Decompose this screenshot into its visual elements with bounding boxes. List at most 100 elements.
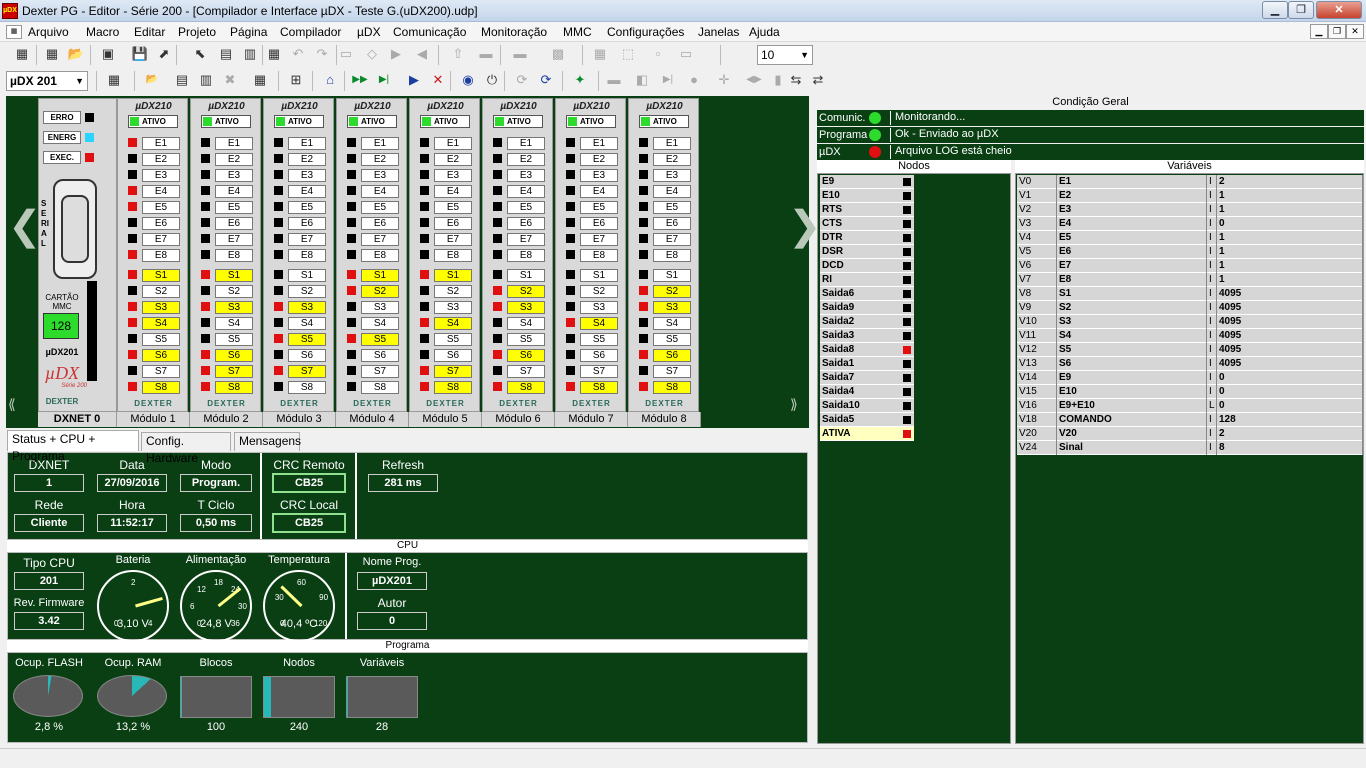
menu-item-8[interactable]: Monitoração xyxy=(481,25,547,39)
variable-row[interactable]: V5 E6 I 1 xyxy=(1017,245,1363,259)
module-2[interactable]: µDX210 ATIVO E1 E2 E3 E4 E5 E6 E7 E8 S1 S2 S3 S4 S5 S6 S… xyxy=(190,98,261,412)
cpu-module[interactable]: ERRO ENERG EXEC. SERIAL CARTÃO MMC 128 µDX201 µ… xyxy=(38,98,117,412)
variable-row[interactable]: V6 E7 I 1 xyxy=(1017,259,1363,273)
module-3[interactable]: µDX210 ATIVO E1 E2 E3 E4 E5 E6 E7 E8 S1 S2 S3 S4 S5 S6 S… xyxy=(263,98,334,412)
node-row[interactable]: Saida8 xyxy=(820,343,914,357)
variables-table[interactable]: V0 E1 I 2 V1 E2 I 1 V2 E3 I 1 V3 E4 I 0 V4 E5 I 1 V5 E6 I 1 V6 E7… xyxy=(1015,173,1364,744)
toolbar-button-2[interactable]: 📂 xyxy=(66,44,86,64)
variable-row[interactable]: V4 E5 I 1 xyxy=(1017,231,1363,245)
toolbar-button-7[interactable]: ▤ xyxy=(216,44,236,64)
toolbar-button-3[interactable]: ▣ xyxy=(98,44,118,64)
toolbar2-button-8[interactable]: ▶▶ xyxy=(350,70,370,90)
toolbar-button-1[interactable]: ▦ xyxy=(42,44,62,64)
variable-row[interactable]: V10 S3 I 4095 xyxy=(1017,315,1363,329)
variable-row[interactable]: V15 E10 I 0 xyxy=(1017,385,1363,399)
mdi-restore-button[interactable]: ❐ xyxy=(1328,24,1346,39)
toolbar-button-23[interactable]: ▭ xyxy=(676,44,696,64)
toolbar2-button-24[interactable]: ⇆ xyxy=(786,70,806,90)
variable-row[interactable]: V14 E9 I 0 xyxy=(1017,371,1363,385)
toolbar2-button-11[interactable]: ✕ xyxy=(428,70,448,90)
module-1[interactable]: µDX210 ATIVO E1 E2 E3 E4 E5 E6 E7 E8 S1 S2 S3 S4 S5 S6 S… xyxy=(117,98,188,412)
last-page-icon[interactable]: ⟫ xyxy=(790,396,798,413)
node-row[interactable]: Saida6 xyxy=(820,287,914,301)
node-row[interactable]: DTR xyxy=(820,231,914,245)
toolbar-button-16[interactable]: ⇧ xyxy=(448,44,468,64)
toolbar2-button-1[interactable]: 📂 xyxy=(142,70,162,90)
variable-row[interactable]: V24 Sinal I 8 xyxy=(1017,441,1363,455)
variable-row[interactable]: V20 V20 I 2 xyxy=(1017,427,1363,441)
toolbar-button-12[interactable]: ▭ xyxy=(336,44,356,64)
toolbar-button-19[interactable]: ▩ xyxy=(548,44,568,64)
toolbar2-button-13[interactable]: ⏻ xyxy=(482,70,502,90)
menu-item-9[interactable]: MMC xyxy=(563,25,592,39)
node-row[interactable]: RI xyxy=(820,273,914,287)
toolbar-button-17[interactable]: ▬ xyxy=(476,44,496,64)
toolbar2-button-3[interactable]: ▥ xyxy=(196,70,216,90)
toolbar-button-5[interactable]: ⬈ xyxy=(154,44,174,64)
menu-item-0[interactable]: Arquivo xyxy=(28,25,69,39)
node-row[interactable]: DCD xyxy=(820,259,914,273)
module-4[interactable]: µDX210 ATIVO E1 E2 E3 E4 E5 E6 E7 E8 S1 S2 S3 S4 S5 S6 S… xyxy=(336,98,407,412)
maximize-button[interactable]: ❐ xyxy=(1288,1,1314,19)
variable-row[interactable]: V9 S2 I 4095 xyxy=(1017,301,1363,315)
first-page-icon[interactable]: ⟪ xyxy=(8,396,16,413)
toolbar2-button-6[interactable]: ⊞ xyxy=(286,70,306,90)
node-row[interactable]: DSR xyxy=(820,245,914,259)
toolbar2-button-23[interactable]: ▮ xyxy=(768,70,788,90)
mdi-minimize-button[interactable]: ▁ xyxy=(1310,24,1328,39)
menu-item-11[interactable]: Janelas xyxy=(698,25,739,39)
toolbar-button-11[interactable]: ↷ xyxy=(312,44,332,64)
node-row[interactable]: E9 xyxy=(820,175,914,189)
toolbar-button-0[interactable]: ▦ xyxy=(12,44,32,64)
node-row[interactable]: Saida5 xyxy=(820,413,914,427)
menu-item-1[interactable]: Macro xyxy=(86,25,119,39)
variable-row[interactable]: V16 E9+E10 L 0 xyxy=(1017,399,1363,413)
toolbar2-button-22[interactable]: ◀▶ xyxy=(744,70,764,90)
node-row[interactable]: CTS xyxy=(820,217,914,231)
toolbar2-button-17[interactable]: ▬ xyxy=(604,70,624,90)
toolbar2-button-7[interactable]: ⌂ xyxy=(320,70,340,90)
toolbar2-button-10[interactable]: ▶ xyxy=(404,70,424,90)
toolbar-button-6[interactable]: ⬉ xyxy=(190,44,210,64)
menu-item-6[interactable]: µDX xyxy=(357,25,381,39)
toolbar-button-21[interactable]: ⬚ xyxy=(618,44,638,64)
toolbar-button-10[interactable]: ↶ xyxy=(288,44,308,64)
node-row[interactable]: ATIVA xyxy=(820,427,914,441)
scroll-left-icon[interactable]: ❮ xyxy=(8,206,42,246)
document-icon[interactable]: ▦ xyxy=(6,25,22,39)
variable-row[interactable]: V18 COMANDO I 128 xyxy=(1017,413,1363,427)
toolbar2-button-16[interactable]: ✦ xyxy=(570,70,590,90)
toolbar2-button-12[interactable]: ◉ xyxy=(458,70,478,90)
node-row[interactable]: Saida3 xyxy=(820,329,914,343)
close-button[interactable]: ✕ xyxy=(1316,1,1362,19)
menu-item-12[interactable]: Ajuda xyxy=(749,25,780,39)
mmc-card[interactable]: 128 xyxy=(43,313,79,339)
minimize-button[interactable]: ▁ xyxy=(1262,1,1288,19)
module-7[interactable]: µDX210 ATIVO E1 E2 E3 E4 E5 E6 E7 E8 S1 S2 S3 S4 S5 S6 S… xyxy=(555,98,626,412)
toolbar-button-22[interactable]: ▫ xyxy=(648,44,668,64)
toolbar2-button-21[interactable]: ✛ xyxy=(714,70,734,90)
variable-row[interactable]: V12 S5 I 4095 xyxy=(1017,343,1363,357)
node-row[interactable]: Saida1 xyxy=(820,357,914,371)
toolbar2-button-9[interactable]: ▶| xyxy=(374,70,394,90)
device-select[interactable]: µDX 201 ▼ xyxy=(6,71,88,91)
toolbar-button-8[interactable]: ▥ xyxy=(240,44,260,64)
toolbar2-button-18[interactable]: ◧ xyxy=(632,70,652,90)
mdi-close-button[interactable]: ✕ xyxy=(1346,24,1364,39)
node-row[interactable]: E10 xyxy=(820,189,914,203)
tab-1[interactable]: Config. Hardware xyxy=(141,432,231,465)
toolbar-button-4[interactable]: 💾 xyxy=(130,44,150,64)
menu-item-10[interactable]: Configurações xyxy=(607,25,684,39)
toolbar2-button-4[interactable]: ✖ xyxy=(220,70,240,90)
menu-item-2[interactable]: Editar xyxy=(134,25,165,39)
toolbar2-button-2[interactable]: ▤ xyxy=(172,70,192,90)
menu-item-7[interactable]: Comunicação xyxy=(393,25,466,39)
variable-row[interactable]: V0 E1 I 2 xyxy=(1017,175,1363,189)
module-6[interactable]: µDX210 ATIVO E1 E2 E3 E4 E5 E6 E7 E8 S1 S2 S3 S4 S5 S6 S… xyxy=(482,98,553,412)
toolbar-button-15[interactable]: ◀ xyxy=(412,44,432,64)
tab-2[interactable]: Mensagens xyxy=(234,432,301,451)
menu-item-3[interactable]: Projeto xyxy=(178,25,216,39)
variable-row[interactable]: V1 E2 I 1 xyxy=(1017,189,1363,203)
toolbar2-button-0[interactable]: ▦ xyxy=(104,70,124,90)
node-row[interactable]: Saida2 xyxy=(820,315,914,329)
